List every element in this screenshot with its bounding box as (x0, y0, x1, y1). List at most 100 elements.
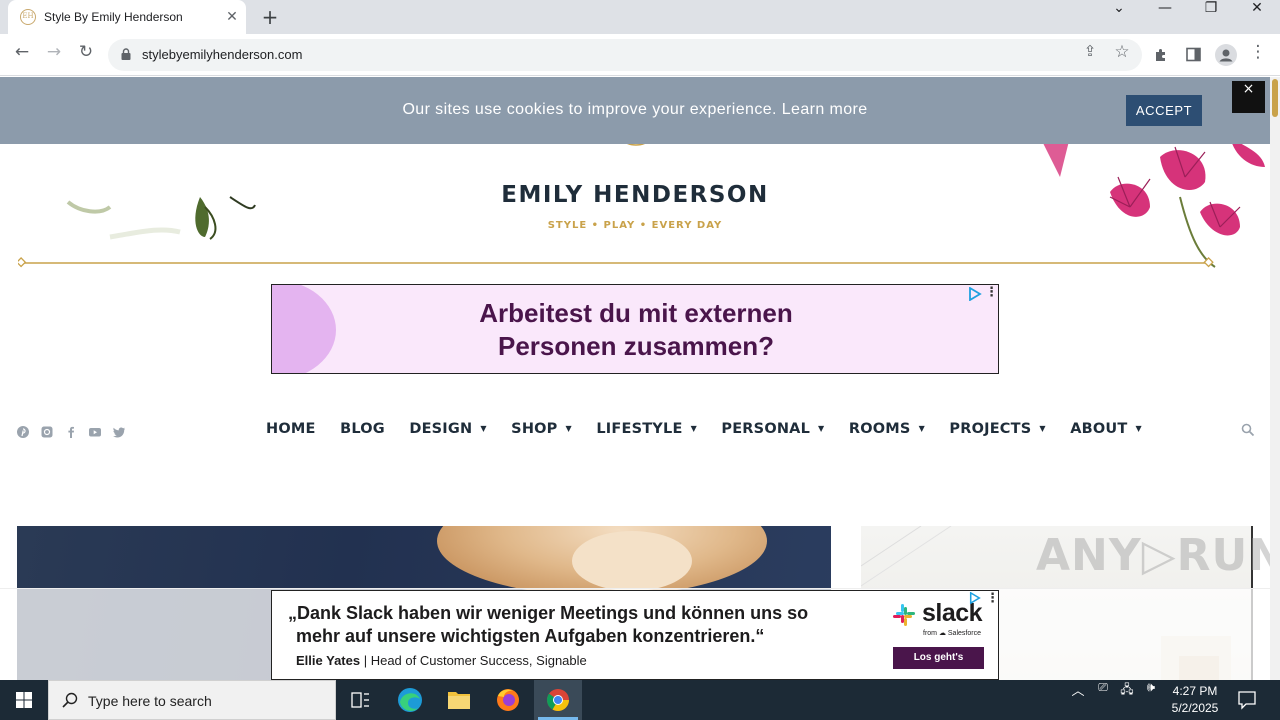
new-tab-button[interactable]: + (258, 5, 282, 29)
close-window-button[interactable]: ✕ (1234, 0, 1280, 32)
dog-image-highlight (572, 531, 692, 591)
firefox-icon[interactable] (484, 680, 532, 720)
browser-tab-strip: EH Style By Emily Henderson ✕ + ⌄ — ❐ ✕ (0, 0, 1280, 34)
tray-meet-icon[interactable]: ⎚ (1093, 680, 1113, 720)
chrome-taskbar-button[interactable] (534, 680, 582, 720)
page-scrollbar[interactable] (1270, 77, 1280, 680)
nav-rooms[interactable]: ROOMS ▼ (849, 421, 925, 437)
nav-label: PERSONAL (721, 421, 811, 437)
caret-down-icon: ▼ (1039, 424, 1046, 433)
extensions-puzzle-icon[interactable] (1153, 47, 1169, 63)
nav-label: BLOG (340, 421, 385, 437)
site-favicon-icon: EH (20, 9, 36, 25)
ad-author: Ellie Yates | Head of Customer Success, … (296, 653, 587, 668)
reload-icon[interactable]: ↻ (73, 42, 99, 68)
instagram-icon[interactable] (40, 425, 54, 439)
cookie-close-icon[interactable]: × (1232, 81, 1265, 113)
facebook-icon[interactable] (64, 425, 78, 439)
nav-label: HOME (266, 421, 316, 437)
caret-down-icon: ▼ (480, 424, 487, 433)
network-icon[interactable]: 🖧 (1116, 680, 1138, 720)
file-explorer-icon[interactable] (435, 680, 483, 720)
site-title[interactable]: EMILY HENDERSON (0, 182, 1270, 208)
ad-author-role: | Head of Customer Success, Signable (360, 653, 587, 668)
slack-from-salesforce: from ☁ Salesforce (923, 630, 981, 637)
site-tagline: STYLE • PLAY • EVERY DAY (547, 220, 723, 231)
ad-quote: „Dank Slack haben wir weniger Meetings u… (288, 602, 808, 648)
adchoices-icon[interactable] (969, 592, 981, 604)
nav-projects[interactable]: PROJECTS ▼ (949, 421, 1045, 437)
caret-down-icon: ▼ (1135, 424, 1142, 433)
tab-title: Style By Emily Henderson (44, 10, 183, 24)
ad-menu-icon[interactable]: ⋮ (986, 591, 999, 607)
ad-headline-line2: Personen zusammen? (498, 331, 774, 361)
share-icon[interactable]: ⇪ (1077, 42, 1103, 68)
cookie-message[interactable]: Our sites use cookies to improve your ex… (0, 101, 1270, 119)
nav-lifestyle[interactable]: LIFESTYLE ▼ (596, 421, 697, 437)
windows-taskbar: Type here to search ︿ ⎚ 🖧 🕪 4:27 PM 5/2/… (0, 680, 1280, 720)
search-icon[interactable] (1241, 423, 1255, 437)
notifications-icon[interactable] (1236, 690, 1258, 710)
ad-quote-line2: mehr auf unsere wichtigsten Aufgaben kon… (296, 626, 765, 646)
bookmark-star-icon[interactable]: ☆ (1109, 42, 1135, 68)
pinterest-icon[interactable] (16, 425, 30, 439)
caret-down-icon: ▼ (690, 424, 697, 433)
adchoices-icon[interactable] (968, 287, 982, 301)
nav-about[interactable]: ABOUT ▼ (1070, 421, 1142, 437)
windows-start-icon[interactable] (0, 680, 48, 720)
taskbar-search-box[interactable]: Type here to search (48, 680, 336, 720)
ad-headline-line1: Arbeitest du mit externen (479, 298, 793, 328)
restore-button[interactable]: ❐ (1188, 0, 1234, 32)
gold-divider (18, 257, 1214, 268)
side-panel-icon[interactable] (1186, 47, 1201, 62)
caret-down-icon: ▼ (818, 424, 825, 433)
nav-shop[interactable]: SHOP ▼ (511, 421, 572, 437)
chrome-menu-icon[interactable]: ⋮ (1245, 42, 1271, 68)
forward-arrow-icon[interactable]: → (41, 42, 67, 68)
scrollbar-thumb[interactable] (1272, 79, 1278, 117)
nav-label: ABOUT (1070, 421, 1128, 437)
nav-label: SHOP (511, 421, 558, 437)
youtube-icon[interactable] (88, 425, 102, 439)
lock-icon (121, 48, 131, 60)
cookie-accept-button[interactable]: ACCEPT (1126, 95, 1202, 126)
bottom-sticky-ad[interactable]: „Dank Slack haben wir weniger Meetings u… (271, 590, 999, 680)
caret-down-icon: ▼ (918, 424, 925, 433)
nav-label: DESIGN (409, 421, 473, 437)
tab-close-icon[interactable]: ✕ (223, 8, 241, 26)
ad-menu-icon[interactable]: ⋮ (985, 285, 998, 301)
minimize-button[interactable]: — (1142, 0, 1188, 32)
search-icon (62, 692, 78, 708)
ad-headline: Arbeitest du mit externen Personen zusam… (272, 297, 998, 363)
address-bar[interactable]: stylebyemilyhenderson.com (108, 39, 1142, 71)
nav-label: ROOMS (848, 421, 911, 437)
taskbar-clock[interactable]: 4:27 PM 5/2/2025 (1162, 683, 1228, 717)
tab-search-chevron-icon[interactable]: ⌄ (1096, 0, 1142, 32)
slack-logo: slack from ☁ Salesforce (892, 599, 992, 641)
task-view-icon[interactable] (336, 680, 384, 720)
main-nav: HOME BLOG DESIGN ▼ SHOP ▼ LIFESTYLE ▼ PERSO… (266, 420, 1162, 442)
nav-label: PROJECTS (949, 421, 1032, 437)
tray-chevron-up-icon[interactable]: ︿ (1068, 680, 1088, 720)
ad-quote-line1: „Dank Slack haben wir weniger Meetings u… (288, 603, 809, 623)
ad-cta-button[interactable]: Los geht's (893, 647, 984, 669)
clock-date: 5/2/2025 (1171, 701, 1219, 715)
volume-icon[interactable]: 🕪 (1140, 680, 1162, 720)
chrome-icon (546, 689, 569, 711)
nav-home[interactable]: HOME (266, 421, 316, 437)
profile-avatar-icon[interactable] (1215, 44, 1237, 66)
edge-browser-icon[interactable] (386, 680, 434, 720)
ad-author-name: Ellie Yates (296, 653, 361, 668)
web-page: EH EMILY HENDERSON STYLE • PLAY • EVERY … (0, 77, 1270, 680)
nav-blog[interactable]: BLOG (340, 421, 385, 437)
top-banner-ad[interactable]: Arbeitest du mit externen Personen zusam… (271, 284, 999, 374)
nav-design[interactable]: DESIGN ▼ (409, 421, 486, 437)
browser-tab[interactable]: EH Style By Emily Henderson ✕ (8, 0, 246, 34)
anyrun-watermark: ANY▷RUN (1036, 530, 1270, 581)
twitter-icon[interactable] (112, 425, 126, 439)
browser-toolbar: ← → ↻ stylebyemilyhenderson.com ⇪ ☆ ⋮ (0, 34, 1280, 76)
url-text: stylebyemilyhenderson.com (142, 47, 303, 62)
nav-personal[interactable]: PERSONAL ▼ (721, 421, 824, 437)
taskbar-search-placeholder: Type here to search (88, 693, 212, 709)
back-arrow-icon[interactable]: ← (9, 42, 35, 68)
